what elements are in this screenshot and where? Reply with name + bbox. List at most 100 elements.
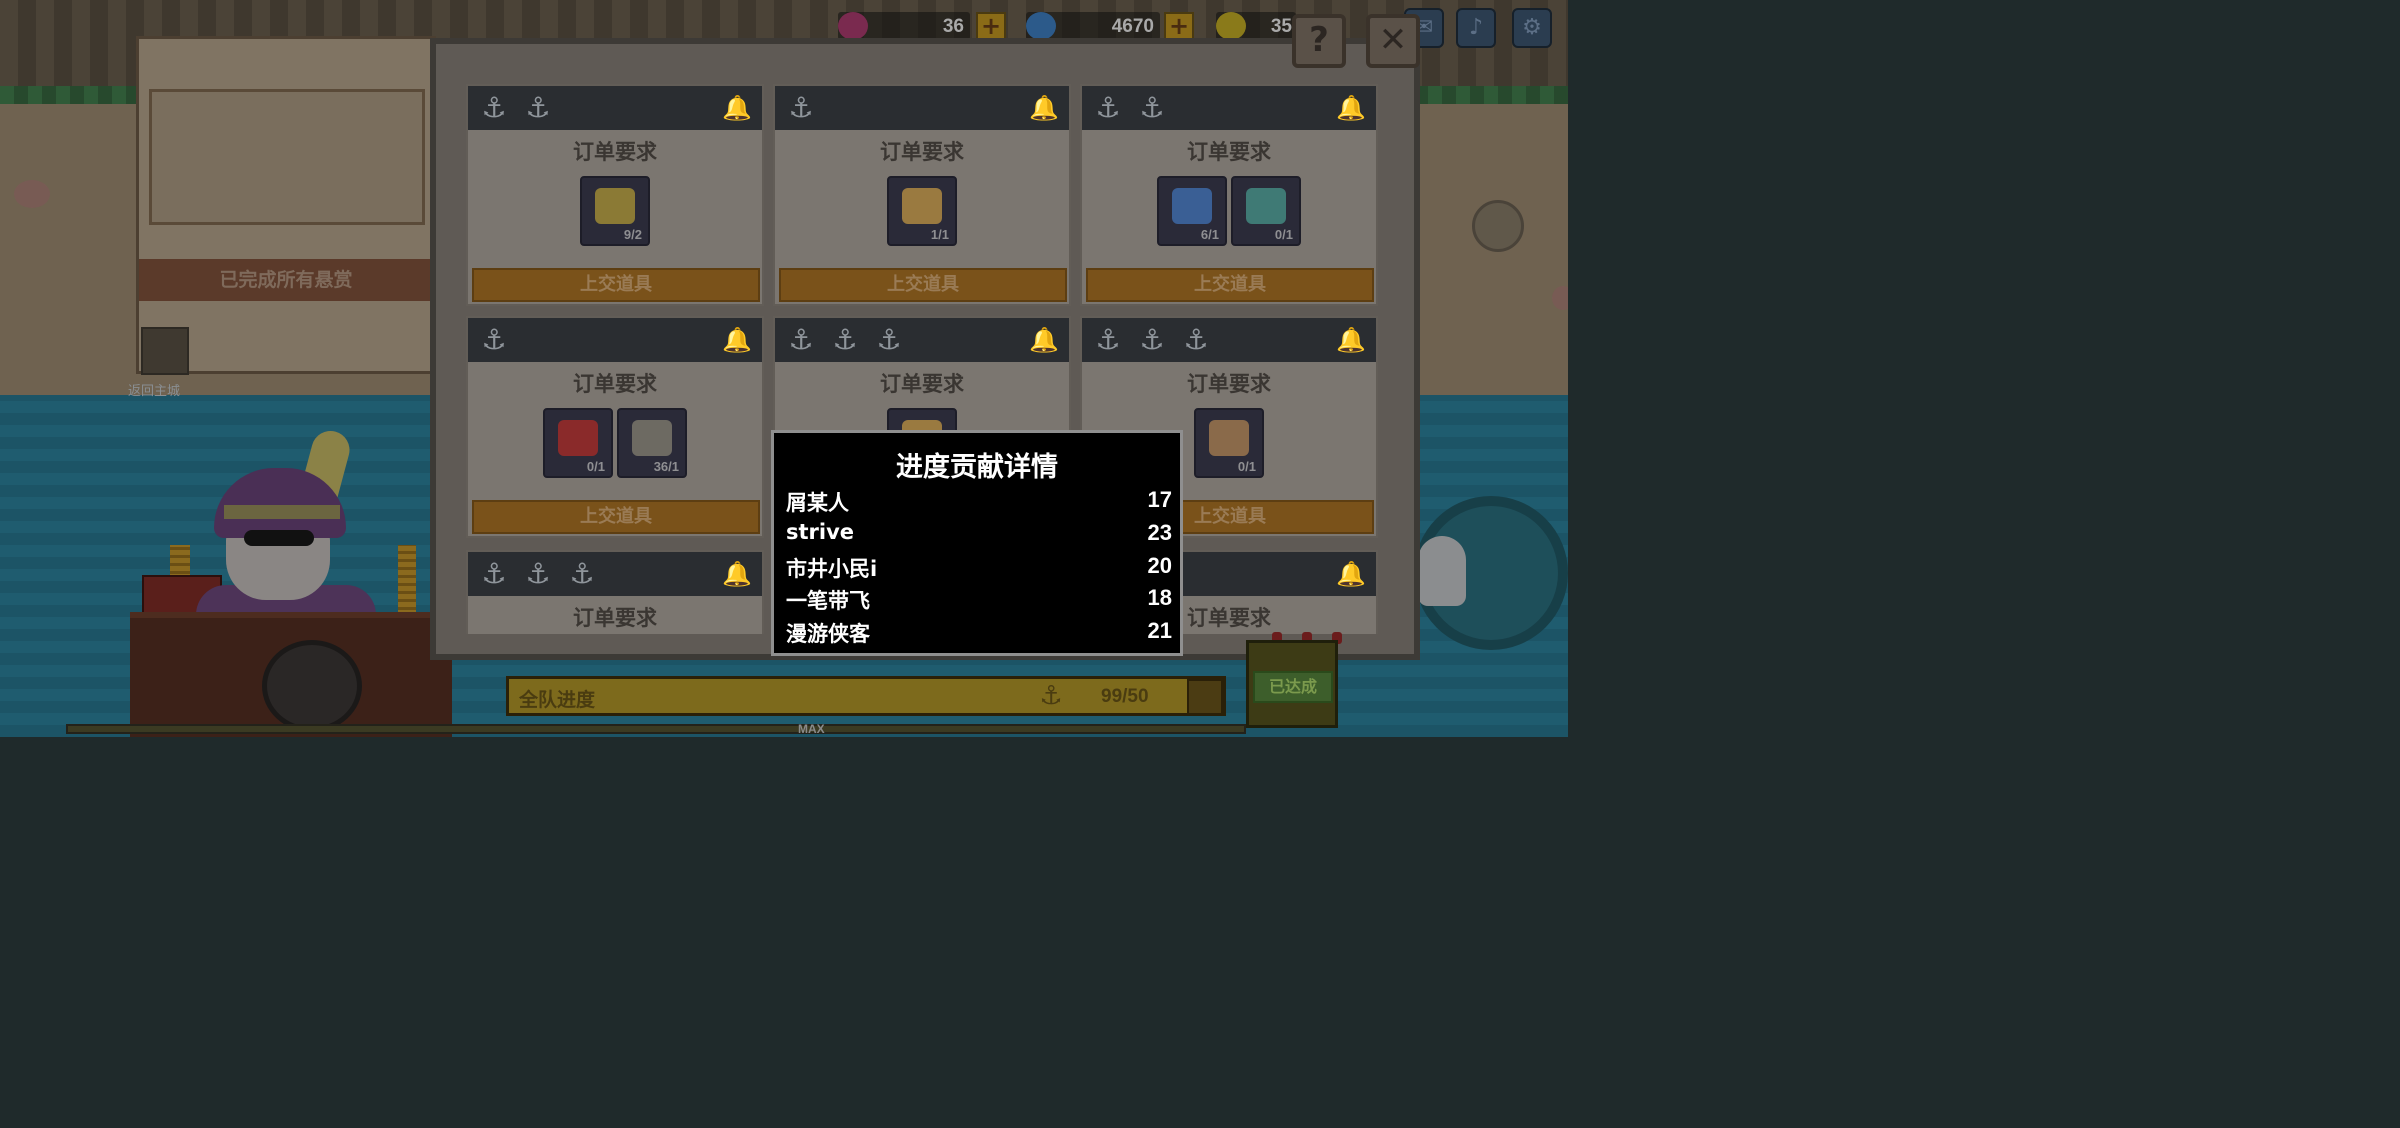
- bounty-status-text: 已完成所有悬赏: [219, 269, 353, 291]
- blue-potion-icon: [1172, 188, 1212, 224]
- order-item-slot[interactable]: 0/1: [1194, 408, 1264, 478]
- order-item-count: 6/1: [1200, 227, 1219, 242]
- bell-icon[interactable]: 🔔: [1336, 558, 1366, 590]
- npc-hatband: [224, 505, 340, 519]
- back-to-town-label: 返回主城: [128, 384, 181, 399]
- contribution-row: strive 23: [786, 520, 1172, 552]
- emote-button[interactable]: [1472, 200, 1524, 252]
- sound-icon[interactable]: ♪: [1456, 8, 1496, 48]
- anchor-icon: ⚓: [569, 557, 595, 590]
- bell-icon[interactable]: 🔔: [1029, 324, 1059, 356]
- bell-icon[interactable]: 🔔: [1336, 92, 1366, 124]
- reward-achieved-badge: 已达成: [1253, 671, 1333, 703]
- order-item-slot[interactable]: 0/1: [1231, 176, 1301, 246]
- shell-decoration: [1552, 286, 1568, 310]
- npc-sunglasses: [244, 530, 314, 546]
- contribution-row: 一笔带飞 18: [786, 585, 1172, 617]
- order-card-header: ⚓ 🔔: [775, 86, 1069, 130]
- order-card-header: ⚓ ⚓ 🔔: [468, 86, 762, 130]
- order-card-title: 订单要求: [1187, 140, 1271, 164]
- contributor-name: 市井小民i: [786, 557, 878, 581]
- order-card-header: ⚓ ⚓ 🔔: [1082, 86, 1376, 130]
- resource-ruby-value: 36: [942, 16, 964, 37]
- desk-emblem-icon: [262, 640, 362, 732]
- order-card: ⚓ 🔔 订单要求 1/1 上交道具: [773, 84, 1071, 306]
- order-card-title: 订单要求: [880, 372, 964, 396]
- blue-gem-icon: [1026, 12, 1056, 40]
- bell-icon[interactable]: 🔔: [722, 324, 752, 356]
- anchor-icon: ⚓: [525, 91, 551, 124]
- bounty-panel: 已完成所有悬赏: [136, 36, 436, 375]
- bread-icon: [902, 188, 942, 224]
- contributor-value: 23: [1147, 520, 1172, 545]
- order-card: ⚓ ⚓ 🔔 订单要求 6/1 0/1 上交道具: [1080, 84, 1378, 306]
- leather-icon: [1209, 420, 1249, 456]
- anchor-icon: ⚓: [525, 557, 551, 590]
- order-item-count: 0/1: [1237, 459, 1256, 474]
- contributor-value: 21: [1147, 618, 1172, 643]
- contributor-value: 17: [1147, 487, 1172, 512]
- submit-items-button[interactable]: 上交道具: [472, 268, 760, 302]
- help-button[interactable]: ?: [1292, 14, 1346, 68]
- order-item-slot[interactable]: 36/1: [617, 408, 687, 478]
- bolt-scroll-icon: [632, 420, 672, 456]
- bell-icon[interactable]: 🔔: [722, 92, 752, 124]
- bell-icon[interactable]: 🔔: [722, 558, 752, 590]
- contributor-name: 一笔带飞: [786, 589, 870, 613]
- wheat-icon: [595, 188, 635, 224]
- submit-items-button[interactable]: 上交道具: [1086, 268, 1374, 302]
- shell-decoration: [14, 180, 50, 208]
- order-card-title: 订单要求: [573, 606, 657, 630]
- team-progress-label: 全队进度: [519, 689, 596, 711]
- order-item-slot[interactable]: 1/1: [887, 176, 957, 246]
- contributor-value: 18: [1147, 585, 1172, 610]
- settings-icon[interactable]: ⚙: [1512, 8, 1552, 48]
- contributor-name: strive: [786, 520, 855, 544]
- resource-gold-value: 35: [1270, 16, 1292, 37]
- contributor-name: 漫游侠客: [786, 622, 870, 646]
- order-item-count: 0/1: [586, 459, 605, 474]
- order-card-title: 订单要求: [1187, 372, 1271, 396]
- order-item-slot[interactable]: 6/1: [1157, 176, 1227, 246]
- team-progress-value: 99/50: [1101, 686, 1149, 707]
- contribution-row: 市井小民i 20: [786, 553, 1172, 585]
- anchor-icon: ⚓: [481, 91, 507, 124]
- anchor-icon: ⚓: [876, 323, 902, 356]
- resource-blue-gem-value: 4670: [1111, 16, 1154, 37]
- bell-icon[interactable]: 🔔: [1336, 324, 1366, 356]
- order-card: ⚓ ⚓ ⚓ 🔔 订单要求: [466, 550, 764, 634]
- reward-chest[interactable]: 已达成: [1246, 640, 1338, 728]
- red-potion-icon: [558, 420, 598, 456]
- order-card-header: ⚓ ⚓ ⚓ 🔔: [775, 318, 1069, 362]
- progress-track: [66, 724, 1246, 734]
- anchor-icon: ⚓: [1139, 323, 1165, 356]
- back-button[interactable]: [141, 327, 189, 375]
- order-item-slot[interactable]: 9/2: [580, 176, 650, 246]
- max-label: MAX: [798, 722, 825, 736]
- bounty-portrait-frame: [149, 89, 425, 225]
- coin-stack: [398, 545, 416, 615]
- contribution-title: 进度贡献详情: [896, 452, 1058, 483]
- bell-icon[interactable]: 🔔: [1029, 92, 1059, 124]
- contribution-row: 屑某人 17: [786, 487, 1172, 519]
- anchor-icon: ⚓: [481, 557, 507, 590]
- anchor-icon: ⚓: [481, 323, 507, 356]
- order-item-slot[interactable]: 0/1: [543, 408, 613, 478]
- resource-ruby: 36: [838, 12, 970, 40]
- close-button[interactable]: ✕: [1366, 14, 1420, 68]
- order-item-count: 0/1: [1274, 227, 1293, 242]
- order-card-title: 订单要求: [573, 372, 657, 396]
- contribution-row: 漫游侠客 21: [786, 618, 1172, 650]
- submit-items-button[interactable]: 上交道具: [779, 268, 1067, 302]
- anchor-icon: ⚓: [1095, 323, 1121, 356]
- ghost-pet: [1418, 536, 1466, 606]
- submit-items-button[interactable]: 上交道具: [472, 500, 760, 534]
- team-progress-bar: 全队进度 ⚓ 99/50: [506, 676, 1226, 716]
- gold-coin-icon: [1216, 12, 1246, 40]
- anchor-icon: ⚓: [1139, 91, 1165, 124]
- contribution-popup: 进度贡献详情 屑某人 17 strive 23 市井小民i 20 一笔带飞 18…: [771, 430, 1183, 656]
- anchor-icon: ⚓: [1183, 323, 1209, 356]
- order-card-header: ⚓ 🔔: [468, 318, 762, 362]
- cloth-icon: [1246, 188, 1286, 224]
- order-card: ⚓ ⚓ 🔔 订单要求 9/2 上交道具: [466, 84, 764, 306]
